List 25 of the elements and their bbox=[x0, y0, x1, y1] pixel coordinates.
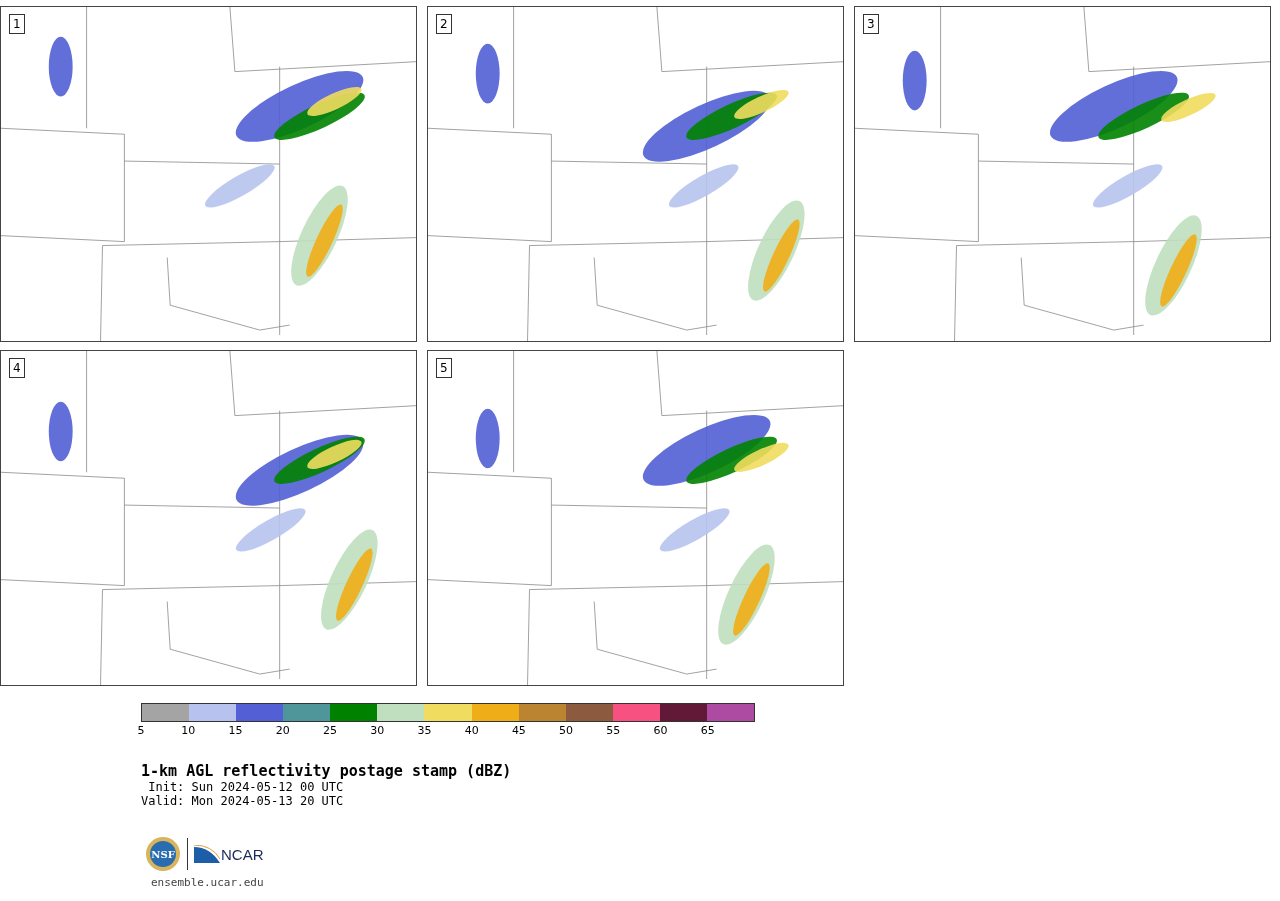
valid-time: Valid: Mon 2024-05-13 20 UTC bbox=[141, 794, 345, 808]
init-time: Init: Sun 2024-05-12 00 UTC bbox=[148, 780, 345, 794]
tick-label: 20 bbox=[275, 725, 290, 737]
tick-label: 30 bbox=[370, 725, 385, 737]
tick-label: 55 bbox=[606, 725, 621, 737]
panel-number: 1 bbox=[9, 14, 25, 34]
tick-label: 50 bbox=[559, 725, 574, 737]
ncar-wave-icon bbox=[194, 845, 220, 863]
tick-label: 25 bbox=[322, 725, 337, 737]
tick-label: 35 bbox=[417, 725, 432, 737]
tick-label: 5 bbox=[137, 725, 145, 737]
tick-label: 40 bbox=[464, 725, 479, 737]
panel-number: 3 bbox=[863, 14, 879, 34]
tick-label: 15 bbox=[228, 725, 243, 737]
tick-label: 60 bbox=[653, 725, 668, 737]
tick-label: 45 bbox=[511, 725, 526, 737]
tick-label: 10 bbox=[181, 725, 196, 737]
chart-title: 1-km AGL reflectivity postage stamp (dBZ) bbox=[141, 762, 513, 780]
nsf-logo: NSF bbox=[145, 836, 181, 872]
panel-number: 5 bbox=[436, 358, 452, 378]
panel-number: 2 bbox=[436, 14, 452, 34]
tick-label: 65 bbox=[700, 725, 715, 737]
ncar-wordmark: NCAR bbox=[221, 847, 264, 863]
panel-number: 4 bbox=[9, 358, 25, 378]
site-link[interactable]: ensemble.ucar.edu bbox=[151, 876, 1280, 889]
